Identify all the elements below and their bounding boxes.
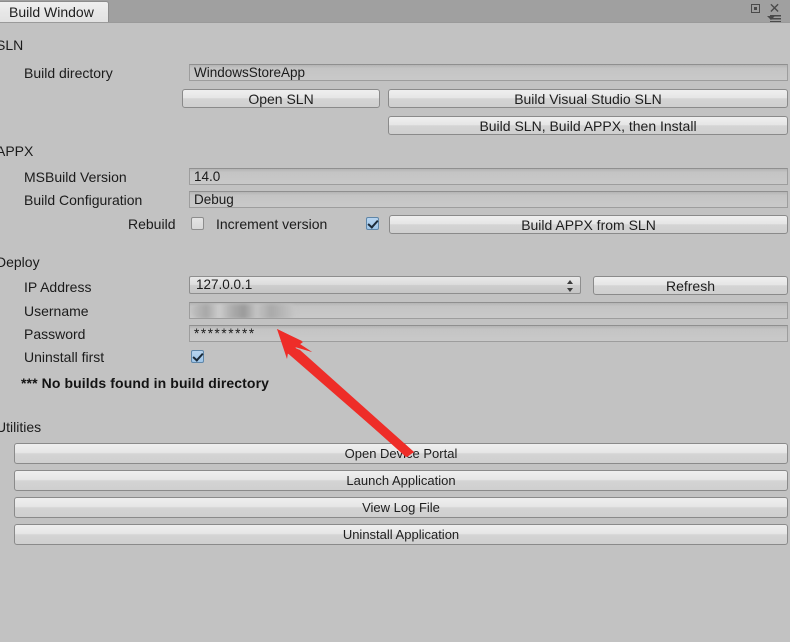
launch-application-button-label: Launch Application	[346, 473, 456, 488]
open-sln-button[interactable]: Open SLN	[182, 89, 380, 108]
section-header-utilities: Utilities	[0, 419, 42, 435]
hamburger-icon	[770, 15, 781, 22]
window-controls: ✕	[751, 1, 787, 22]
password-input[interactable]: *********	[189, 325, 788, 342]
build-appx-from-sln-button[interactable]: Build APPX from SLN	[389, 215, 788, 234]
ip-address-dropdown[interactable]: 127.0.0.1	[189, 276, 581, 294]
maximize-icon[interactable]	[751, 4, 760, 13]
uninstall-first-checkbox[interactable]	[191, 350, 204, 363]
refresh-button-label: Refresh	[665, 277, 716, 294]
msbuild-version-input[interactable]: 14.0	[189, 168, 788, 185]
rebuild-label: Rebuild	[128, 216, 176, 232]
msbuild-version-label: MSBuild Version	[24, 169, 127, 185]
build-configuration-input[interactable]: Debug	[189, 191, 788, 208]
uninstall-first-label: Uninstall first	[24, 349, 105, 365]
window-tab-strip: Build Window ✕	[0, 0, 790, 22]
no-builds-status-message: *** No builds found in build directory	[21, 375, 270, 391]
username-label: Username	[24, 303, 89, 319]
ip-address-value: 127.0.0.1	[196, 277, 253, 292]
view-log-file-button-label: View Log File	[362, 500, 440, 515]
build-configuration-label: Build Configuration	[24, 192, 143, 208]
tab-build-window[interactable]: Build Window	[0, 1, 109, 22]
refresh-button[interactable]: Refresh	[593, 276, 788, 295]
uninstall-application-button[interactable]: Uninstall Application	[14, 524, 788, 545]
view-log-file-button[interactable]: View Log File	[14, 497, 788, 518]
build-directory-label: Build directory	[24, 65, 113, 81]
section-header-sln: SLN	[0, 37, 24, 53]
window-menu-icon[interactable]	[767, 14, 781, 22]
section-header-appx: APPX	[0, 143, 34, 159]
open-sln-button-label: Open SLN	[248, 90, 314, 107]
build-window-body: SLN Build directory WindowsStoreApp Open…	[0, 22, 790, 642]
ip-address-label: IP Address	[24, 279, 92, 295]
build-visual-studio-sln-button-label: Build Visual Studio SLN	[514, 90, 662, 107]
build-appx-from-sln-button-label: Build APPX from SLN	[521, 216, 656, 233]
tab-label: Build Window	[9, 4, 94, 20]
uninstall-application-button-label: Uninstall Application	[342, 527, 460, 542]
rebuild-checkbox[interactable]	[191, 217, 204, 230]
increment-version-label: Increment version	[216, 216, 328, 232]
build-directory-input[interactable]: WindowsStoreApp	[189, 64, 788, 81]
open-device-portal-button-label: Open Device Portal	[344, 446, 458, 461]
section-header-deploy: Deploy	[0, 254, 40, 270]
username-input[interactable]	[189, 302, 788, 319]
username-redaction	[192, 304, 296, 318]
build-sln-appx-install-button-label: Build SLN, Build APPX, then Install	[479, 117, 697, 134]
build-sln-appx-install-button[interactable]: Build SLN, Build APPX, then Install	[388, 116, 788, 135]
increment-version-checkbox[interactable]	[366, 217, 379, 230]
build-visual-studio-sln-button[interactable]: Build Visual Studio SLN	[388, 89, 788, 108]
launch-application-button[interactable]: Launch Application	[14, 470, 788, 491]
updown-arrows-icon	[567, 280, 574, 292]
open-device-portal-button[interactable]: Open Device Portal	[14, 443, 788, 464]
password-label: Password	[24, 326, 86, 342]
